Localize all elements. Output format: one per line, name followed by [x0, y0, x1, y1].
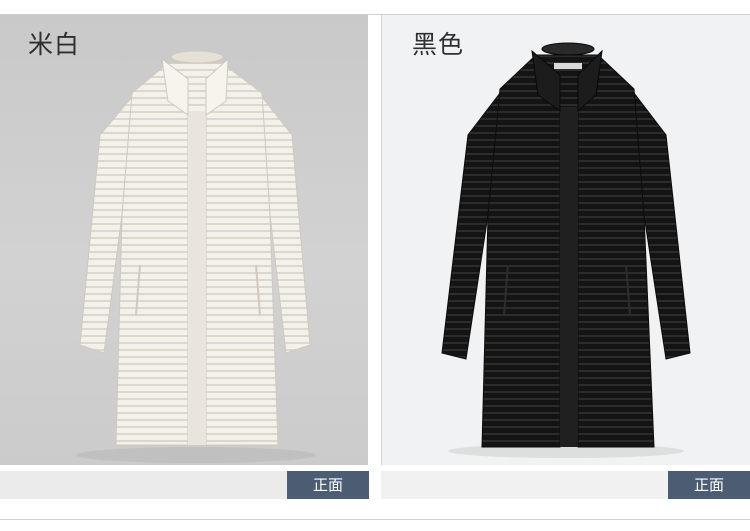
front-view-tag[interactable]: 正面: [668, 471, 750, 499]
cream-coat-image: [76, 50, 316, 463]
front-view-tag[interactable]: 正面: [287, 471, 369, 499]
black-coat-image: [441, 42, 691, 458]
variant-color-label: 米白: [28, 30, 81, 59]
variant-panel-cream[interactable]: 米白: [0, 15, 368, 465]
variant-panel-black[interactable]: 黑色: [381, 15, 750, 465]
variant-color-label: 黑色: [412, 30, 465, 59]
bottom-divider: [0, 519, 750, 520]
